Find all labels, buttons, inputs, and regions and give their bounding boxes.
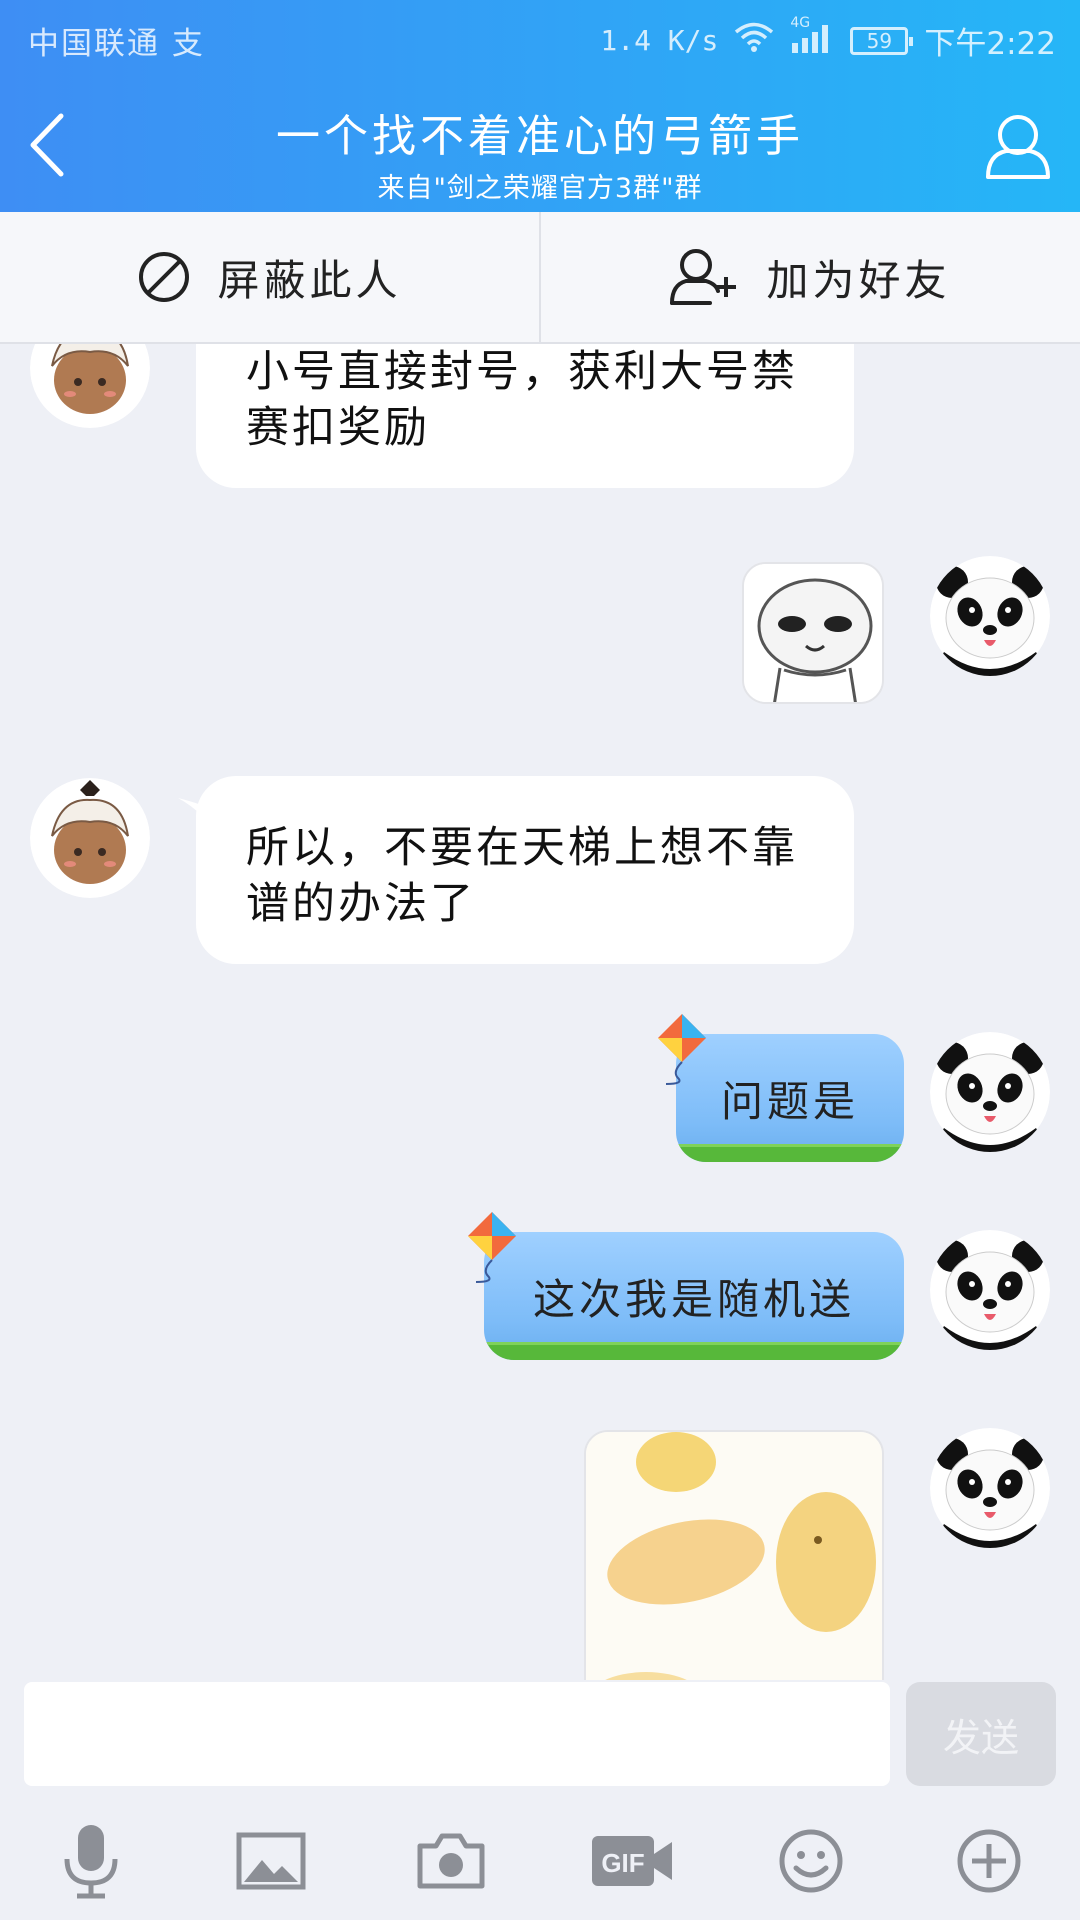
- battery-icon: 59: [850, 26, 914, 55]
- kite-icon: [658, 1014, 706, 1085]
- sticker-message[interactable]: [742, 562, 884, 704]
- action-bar: 屏蔽此人 加为好友: [0, 212, 1080, 344]
- title-block: 一个找不着准心的弓箭手 来自"剑之荣耀官方3群"群: [160, 100, 920, 205]
- message-text: 谱的办法了: [246, 879, 476, 929]
- chat-area[interactable]: 小号直接封号，获利大号禁 赛扣奖励 所以，不要在天梯上想不靠 谱的办法了 问题是…: [0, 344, 1080, 1680]
- send-button[interactable]: 发送: [906, 1682, 1056, 1786]
- clock: 下午2:22: [924, 26, 1056, 62]
- add-friend-label: 加为好友: [766, 255, 951, 305]
- kite-icon: [468, 1212, 516, 1283]
- sender-avatar[interactable]: [30, 344, 150, 428]
- bubble-grass-decoration: [676, 1144, 904, 1162]
- smiley-icon: [779, 1829, 843, 1893]
- panda-avatar: [930, 556, 1050, 676]
- block-icon: [139, 252, 190, 302]
- camera-icon: [417, 1833, 485, 1889]
- status-indicators: 1.4 K/s 4G 59 下午2:22: [600, 15, 1056, 63]
- my-avatar[interactable]: [930, 1032, 1050, 1152]
- bubble-tail: [178, 798, 218, 838]
- bubble-grass-decoration: [484, 1342, 904, 1360]
- input-toolbar: GIF: [0, 1816, 1080, 1916]
- network-speed: 1.4 K/s: [600, 24, 719, 57]
- page-subtitle: 来自"剑之荣耀官方3群"群: [377, 173, 703, 204]
- add-friend-button[interactable]: 加为好友: [541, 212, 1080, 342]
- camera-button[interactable]: [406, 1816, 496, 1906]
- header: 中国联通 支 1.4 K/s 4G 59 下午2:22 一个找不着准心的弓箭手 …: [0, 0, 1080, 212]
- yellow-chicks-sticker: [586, 1432, 882, 1680]
- message-bubble-received[interactable]: 所以，不要在天梯上想不靠 谱的办法了: [178, 776, 854, 964]
- meme-face-sticker: [744, 564, 882, 702]
- plus-circle-icon: [957, 1829, 1021, 1893]
- block-user-button[interactable]: 屏蔽此人: [0, 212, 539, 342]
- message-input[interactable]: [24, 1682, 890, 1786]
- profile-button[interactable]: [978, 106, 1058, 186]
- back-button[interactable]: [12, 105, 82, 185]
- message-bubble-sent[interactable]: 这次我是随机送: [484, 1232, 904, 1360]
- panda-avatar: [930, 1230, 1050, 1350]
- microphone-icon: [64, 1825, 118, 1899]
- chevron-left-icon: [30, 113, 64, 177]
- svg-text:GIF: GIF: [601, 1848, 644, 1878]
- image-button[interactable]: [226, 1816, 316, 1906]
- panda-avatar: [930, 1032, 1050, 1152]
- message-text: 小号直接封号，获利大号禁: [246, 347, 798, 397]
- voice-button[interactable]: [46, 1816, 136, 1906]
- message-text: 所以，不要在天梯上想不靠: [246, 823, 798, 873]
- more-button[interactable]: [944, 1816, 1034, 1906]
- input-area: 发送 GIF: [0, 1680, 1080, 1920]
- image-icon: [236, 1832, 306, 1890]
- user-icon: [986, 115, 1050, 179]
- alipay-icon: 支: [171, 26, 205, 62]
- sender-avatar[interactable]: [30, 778, 150, 898]
- message-bubble-received[interactable]: 小号直接封号，获利大号禁 赛扣奖励: [196, 344, 854, 488]
- message-text: 这次我是随机送: [532, 1274, 855, 1324]
- gif-icon: GIF: [592, 1836, 672, 1886]
- my-avatar[interactable]: [930, 1230, 1050, 1350]
- panda-avatar: [930, 1428, 1050, 1548]
- add-user-icon: [670, 249, 737, 305]
- emoji-button[interactable]: [766, 1816, 856, 1906]
- block-user-label: 屏蔽此人: [217, 255, 402, 305]
- message-text: 问题是: [720, 1076, 859, 1126]
- sticker-message[interactable]: [584, 1430, 884, 1680]
- my-avatar[interactable]: [930, 556, 1050, 676]
- status-bar: 中国联通 支 1.4 K/s 4G 59 下午2:22: [0, 0, 1080, 78]
- gif-button[interactable]: GIF: [584, 1816, 680, 1906]
- message-text: 赛扣奖励: [246, 403, 430, 453]
- wifi-icon: [734, 21, 774, 61]
- cellular-signal-icon: 4G: [790, 15, 834, 61]
- page-title: 一个找不着准心的弓箭手: [276, 111, 804, 162]
- my-avatar[interactable]: [930, 1428, 1050, 1548]
- carrier-label: 中国联通 支: [28, 26, 205, 62]
